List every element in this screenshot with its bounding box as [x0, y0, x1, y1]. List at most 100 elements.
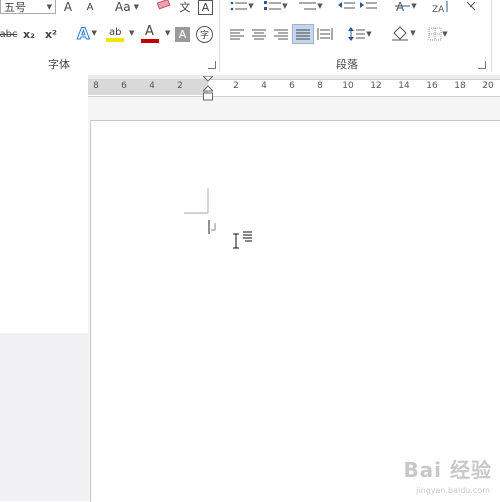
bullets-button[interactable]: ▼ — [228, 0, 256, 12]
chevron-down-icon: ▼ — [317, 2, 323, 10]
align-center-icon — [252, 29, 266, 40]
font-color-label: A — [145, 24, 154, 39]
paint-bucket-icon — [392, 26, 409, 41]
ruler-tick: 8 — [93, 81, 99, 91]
grow-font-button[interactable]: A — [61, 0, 75, 14]
font-group-label: 字体 — [48, 58, 70, 71]
chevron-down-icon: ▼ — [282, 2, 288, 10]
watermark-logo: Bai 经验 — [403, 458, 492, 482]
distributed-icon — [317, 28, 333, 40]
sort-icon: ZA — [432, 1, 448, 14]
show-marks-button[interactable] — [464, 0, 478, 12]
shrink-font-label: A — [86, 2, 94, 13]
ruler-tick: 8 — [317, 81, 323, 91]
char-shading-label: A — [178, 28, 187, 41]
subscript-button[interactable]: x₂ — [21, 26, 37, 42]
char-border-button[interactable]: A — [198, 0, 213, 15]
subscript-label: x₂ — [23, 27, 35, 41]
highlight-label: ab — [109, 26, 122, 38]
highlight-color-bar — [106, 37, 124, 42]
ruler-tick: 4 — [149, 81, 155, 91]
font-dialog-launcher-icon[interactable] — [208, 61, 216, 69]
paragraph-dialog-launcher-icon[interactable] — [478, 61, 486, 69]
multilevel-list-icon — [299, 2, 317, 10]
enclose-char-label: 字 — [199, 31, 209, 41]
highlight-button[interactable]: ab ▼ — [106, 24, 136, 44]
ribbon: 五号 ▼ A A Aa ▼ 文 A abc x₂ x² A ▼ ab ▼ A ▼… — [0, 0, 500, 76]
ibeam-cursor-icon — [233, 233, 239, 249]
text-effects-button[interactable]: A ▼ — [73, 23, 101, 43]
superscript-button[interactable]: x² — [43, 26, 59, 42]
borders-button[interactable]: ▼ — [424, 26, 452, 42]
navigation-pane-lower — [0, 333, 88, 501]
ruler-tick: 16 — [426, 81, 438, 91]
svg-text:ZA: ZA — [432, 5, 445, 14]
font-color-bar — [141, 39, 159, 43]
strikethrough-button[interactable]: abc — [0, 26, 18, 42]
shrink-font-button[interactable]: A — [84, 1, 96, 14]
line-spacing-icon — [348, 27, 366, 41]
chinese-layout-icon: A — [395, 0, 411, 12]
ruler-tick: 14 — [398, 81, 410, 91]
paragraph-group-label: 段落 — [336, 58, 358, 71]
numbered-list-icon — [264, 1, 282, 10]
chevron-down-icon: ▼ — [366, 30, 372, 38]
change-case-button[interactable]: Aa ▼ — [110, 0, 144, 14]
bullet-list-icon — [230, 1, 248, 11]
char-shading-button[interactable]: A — [175, 27, 190, 42]
enclose-char-button[interactable]: 字 — [196, 26, 213, 43]
decrease-indent-button[interactable] — [338, 0, 356, 12]
font-size-value: 五号 — [4, 0, 26, 14]
align-right-icon — [274, 29, 288, 40]
multilevel-list-button[interactable]: ▼ — [297, 0, 325, 12]
justify-icon — [296, 29, 310, 40]
ruler-tick: 18 — [454, 81, 466, 91]
chevron-down-icon: ▼ — [165, 29, 171, 37]
indent-marker[interactable] — [201, 75, 215, 102]
superscript-label: x² — [45, 27, 57, 41]
borders-icon — [428, 27, 442, 41]
align-left-button[interactable] — [228, 26, 246, 42]
chinese-layout-button[interactable]: A ▼ — [392, 0, 420, 12]
chevron-down-icon: ▼ — [91, 29, 97, 37]
phonetic-guide-button[interactable]: 文 — [177, 0, 193, 14]
font-size-dropdown[interactable]: 五号 ▼ — [0, 0, 56, 14]
increase-indent-button[interactable] — [360, 0, 378, 12]
chevron-down-icon: ▼ — [248, 2, 254, 10]
group-separator — [491, 0, 492, 72]
font-color-button[interactable]: A ▼ — [141, 24, 173, 44]
phonetic-guide-label: 文 — [179, 1, 191, 14]
ruler-tick: 10 — [342, 81, 354, 91]
ruler-tick: 2 — [177, 81, 183, 91]
chevron-down-icon: ▼ — [129, 29, 135, 37]
pilcrow-icon — [466, 1, 476, 11]
chevron-down-icon: ▼ — [46, 2, 52, 11]
align-right-button[interactable] — [272, 26, 290, 42]
paragraph-mark-icon — [211, 223, 216, 231]
distributed-button[interactable] — [316, 26, 334, 42]
align-left-icon — [230, 29, 244, 40]
clear-formatting-button[interactable] — [155, 0, 173, 12]
align-center-button[interactable] — [250, 26, 268, 42]
justify-button[interactable] — [292, 24, 314, 44]
strikethrough-label: abc — [0, 28, 18, 40]
numbering-button[interactable]: ▼ — [262, 0, 290, 12]
ruler-tick: 4 — [261, 81, 267, 91]
group-separator — [219, 0, 220, 72]
chevron-down-icon: ▼ — [442, 30, 448, 38]
ruler-tick: 20 — [482, 81, 494, 91]
char-border-label: A — [201, 1, 210, 14]
decrease-indent-icon — [338, 2, 355, 9]
grow-font-label: A — [63, 0, 73, 14]
increase-indent-icon — [360, 2, 377, 9]
shading-button[interactable]: ▼ — [388, 24, 418, 42]
ruler-tick: 12 — [370, 81, 382, 91]
indent-marker-icon — [201, 75, 215, 101]
line-spacing-button[interactable]: ▼ — [346, 26, 374, 42]
document-page[interactable] — [90, 120, 500, 502]
page-content-overlay — [184, 188, 252, 249]
chevron-down-icon: ▼ — [133, 3, 139, 11]
sort-button[interactable]: ZA — [432, 0, 450, 14]
chevron-down-icon: ▼ — [410, 29, 416, 37]
eraser-icon — [156, 0, 171, 10]
